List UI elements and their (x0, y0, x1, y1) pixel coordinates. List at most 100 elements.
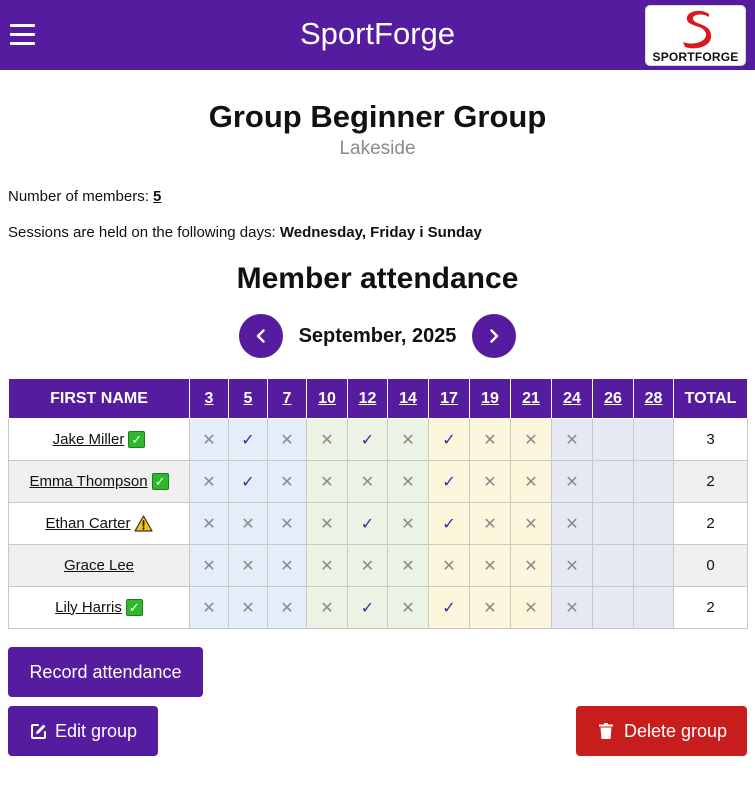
month-label: September, 2025 (298, 325, 457, 347)
absent-x-icon: ✕ (524, 557, 538, 575)
delete-group-label: Delete group (624, 721, 728, 741)
chevron-right-icon (490, 329, 499, 343)
absent-x-icon: ✕ (320, 599, 334, 617)
attendance-cell: ✕ (228, 544, 268, 587)
column-header-day[interactable]: 5 (228, 378, 268, 419)
attendance-cell: ✕ (387, 502, 429, 545)
absent-x-icon: ✕ (524, 515, 538, 533)
absent-x-icon: ✕ (241, 515, 255, 533)
member-name-cell: Emma Thompson ✓ (8, 460, 190, 503)
absent-x-icon: ✕ (280, 599, 294, 617)
member-name-link[interactable]: Emma Thompson (29, 473, 147, 490)
top-bar: SportForge SPORTFORGE (0, 0, 755, 70)
column-header-day[interactable]: 21 (510, 378, 552, 419)
member-name-cell: Lily Harris ✓ (8, 586, 190, 629)
members-count[interactable]: 5 (153, 188, 161, 205)
sportforge-logo[interactable]: SPORTFORGE (645, 5, 746, 66)
absent-x-icon: ✕ (241, 599, 255, 617)
edit-group-button[interactable]: Edit group (8, 706, 158, 756)
attendance-cell: ✕ (551, 418, 593, 461)
attendance-cell: ✕ (469, 418, 511, 461)
absent-x-icon: ✕ (202, 431, 216, 449)
attendance-cell: ✕ (551, 502, 593, 545)
attendance-cell (592, 418, 634, 461)
absent-x-icon: ✕ (524, 431, 538, 449)
absent-x-icon: ✕ (483, 431, 497, 449)
attendance-cell: ✕ (189, 460, 229, 503)
attendance-cell: ✓ (347, 586, 388, 629)
trash-icon (599, 723, 613, 739)
absent-x-icon: ✕ (280, 473, 294, 491)
attendance-cell: ✕ (347, 544, 388, 587)
attendance-cell: ✕ (306, 502, 348, 545)
attendance-cell: ✓ (228, 460, 268, 503)
present-check-icon: ✓ (241, 473, 255, 491)
column-header-day[interactable]: 12 (347, 378, 388, 419)
column-header-day[interactable]: 28 (633, 378, 674, 419)
checkmark-badge-icon: ✓ (125, 599, 143, 617)
attendance-heading: Member attendance (236, 262, 519, 295)
present-check-icon: ✓ (442, 515, 456, 533)
absent-x-icon: ✕ (241, 557, 255, 575)
absent-x-icon: ✕ (483, 515, 497, 533)
logo-text: SPORTFORGE (652, 50, 739, 64)
member-name-link[interactable]: Grace Lee (64, 557, 134, 574)
attendance-cell: ✕ (428, 544, 470, 587)
attendance-cell: ✕ (189, 418, 229, 461)
attendance-cell: ✓ (428, 460, 470, 503)
attendance-cell: ✕ (267, 586, 307, 629)
absent-x-icon: ✕ (320, 557, 334, 575)
attendance-cell: ✕ (306, 460, 348, 503)
column-header-day[interactable]: 26 (592, 378, 634, 419)
absent-x-icon: ✕ (524, 599, 538, 617)
member-total-cell: 0 (673, 544, 748, 587)
absent-x-icon: ✕ (202, 515, 216, 533)
previous-month-button[interactable] (239, 314, 283, 358)
attendance-cell: ✕ (267, 418, 307, 461)
attendance-cell: ✕ (387, 418, 429, 461)
member-name-link[interactable]: Jake Miller (53, 431, 125, 448)
present-check-icon: ✓ (360, 599, 375, 617)
attendance-cell (592, 460, 634, 503)
attendance-cell: ✕ (347, 460, 388, 503)
attendance-cell: ✕ (306, 544, 348, 587)
column-header-day[interactable]: 3 (189, 378, 229, 419)
next-month-button[interactable] (472, 314, 516, 358)
absent-x-icon: ✕ (565, 431, 579, 449)
attendance-cell: ✕ (469, 586, 511, 629)
attendance-cell: ✕ (510, 544, 552, 587)
absent-x-icon: ✕ (565, 473, 579, 491)
absent-x-icon: ✕ (483, 557, 497, 575)
absent-x-icon: ✕ (360, 473, 375, 491)
column-header-day[interactable]: 17 (428, 378, 470, 419)
member-name-link[interactable]: Ethan Carter (45, 515, 130, 532)
group-location: Lakeside (339, 138, 416, 159)
member-name-link[interactable]: Lily Harris (55, 599, 122, 616)
attendance-cell: ✕ (510, 460, 552, 503)
present-check-icon: ✓ (360, 431, 375, 449)
column-header-day[interactable]: 24 (551, 378, 593, 419)
absent-x-icon: ✕ (401, 599, 415, 617)
sessions-days: Wednesday, Friday i Sunday (279, 224, 482, 241)
attendance-cell: ✕ (387, 544, 429, 587)
column-header-day[interactable]: 10 (306, 378, 348, 419)
attendance-cell: ✕ (387, 460, 429, 503)
checkmark-badge-icon: ✓ (128, 431, 146, 449)
column-header-day[interactable]: 19 (469, 378, 511, 419)
record-attendance-button[interactable]: Record attendance (8, 647, 203, 697)
member-total-cell: 2 (673, 586, 748, 629)
attendance-cell: ✕ (228, 586, 268, 629)
attendance-cell: ✕ (469, 502, 511, 545)
member-name-cell: Grace Lee (8, 544, 190, 587)
absent-x-icon: ✕ (280, 431, 294, 449)
delete-group-button[interactable]: Delete group (576, 706, 747, 756)
absent-x-icon: ✕ (202, 599, 216, 617)
present-check-icon: ✓ (442, 599, 456, 617)
members-info: Number of members: 5 (8, 188, 161, 205)
attendance-cell (633, 502, 674, 545)
absent-x-icon: ✕ (442, 557, 456, 575)
column-header-day[interactable]: 14 (387, 378, 429, 419)
attendance-cell: ✕ (387, 586, 429, 629)
column-header-day[interactable]: 7 (267, 378, 307, 419)
attendance-cell: ✓ (347, 418, 388, 461)
